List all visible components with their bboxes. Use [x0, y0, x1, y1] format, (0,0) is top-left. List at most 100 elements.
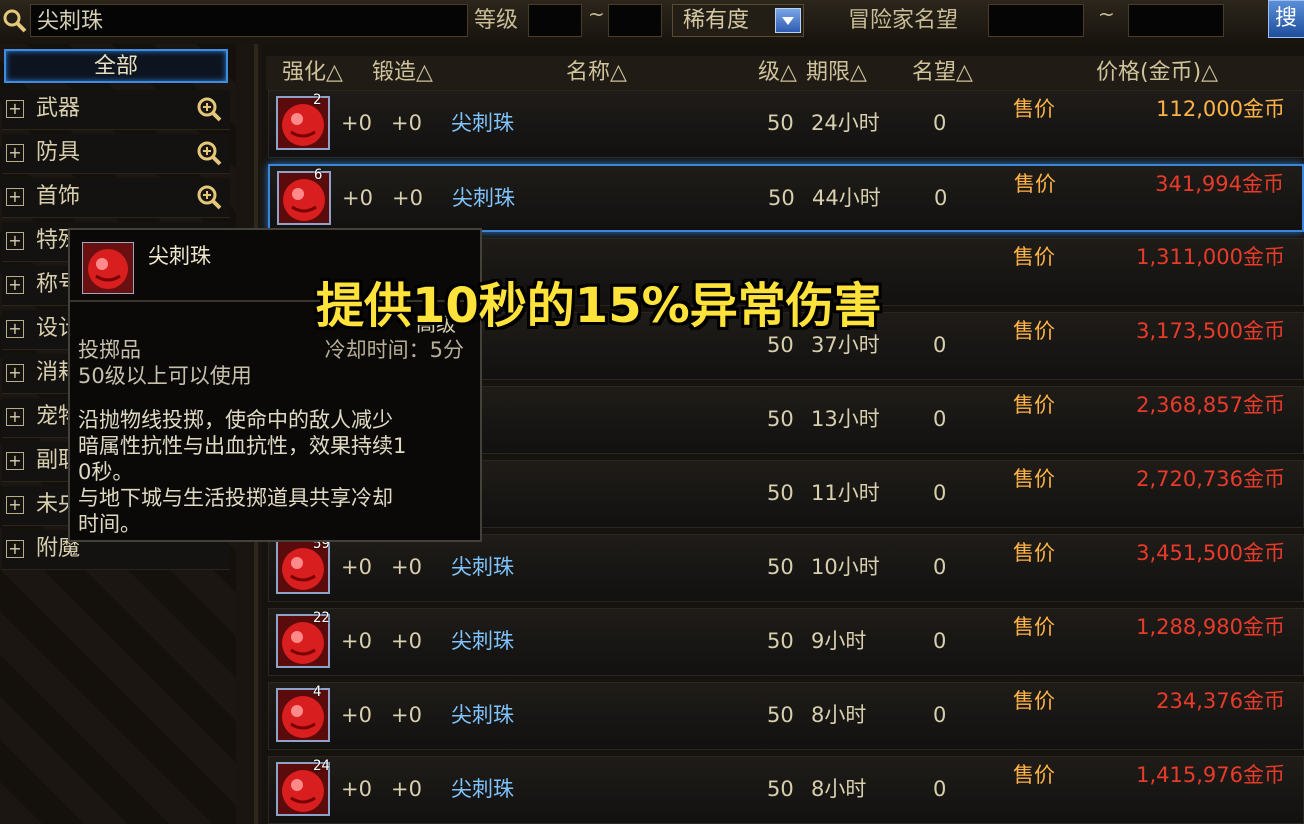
stack-count: 22: [313, 610, 330, 626]
header-price[interactable]: 价格(金币)△: [1096, 58, 1218, 88]
expand-icon[interactable]: +: [6, 320, 24, 338]
period-value: 8小时: [811, 703, 867, 727]
price-value: 2,720,736金币: [1136, 467, 1285, 491]
expand-icon[interactable]: +: [6, 276, 24, 294]
table-row[interactable]: 2 +0 +0 尖刺珠 50 24小时 0 售价 112,000金币: [268, 90, 1304, 158]
tooltip-desc-line: 时间。: [78, 512, 141, 536]
item-name[interactable]: 尖刺珠: [451, 109, 514, 137]
header-forge[interactable]: 锻造△: [372, 58, 433, 88]
category-label: 首饰: [36, 184, 81, 209]
stack-count: 4: [313, 684, 322, 700]
expand-icon[interactable]: +: [6, 452, 24, 470]
header-level[interactable]: 级△: [758, 58, 797, 88]
expand-icon[interactable]: +: [6, 100, 24, 118]
sell-label: 售价: [1013, 393, 1055, 417]
search-input[interactable]: 尖刺珠: [30, 4, 468, 37]
level-value: 50: [767, 407, 794, 431]
item-name[interactable]: 尖刺珠: [452, 184, 515, 212]
fame-min-input[interactable]: [988, 4, 1084, 37]
zoom-in-icon[interactable]: [196, 184, 222, 210]
expand-icon[interactable]: +: [6, 540, 24, 558]
expand-icon[interactable]: +: [6, 144, 24, 162]
spike-orb-icon: [276, 688, 330, 742]
sell-label: 售价: [1013, 467, 1055, 491]
item-name[interactable]: 尖刺珠: [451, 775, 514, 803]
expand-icon[interactable]: +: [6, 232, 24, 250]
table-header: 强化△ 锻造△ 名称△ 级△ 期限△ 名望△ 价格(金币)△: [266, 56, 1304, 90]
period-value: 9小时: [811, 629, 867, 653]
expand-icon[interactable]: +: [6, 188, 24, 206]
stack-count: 24: [313, 758, 330, 774]
enhance-value: +0: [341, 629, 372, 653]
price-value: 1,415,976金币: [1136, 763, 1285, 787]
fame-value: 0: [933, 407, 947, 431]
sell-label: 售价: [1013, 689, 1055, 713]
spike-orb-icon: [276, 96, 330, 150]
period-value: 10小时: [811, 555, 880, 579]
forge-value: +0: [391, 555, 422, 579]
price-value: 3,451,500金币: [1136, 541, 1285, 565]
chevron-down-icon[interactable]: [775, 8, 801, 33]
price-value: 112,000金币: [1156, 97, 1285, 121]
level-value: 50: [767, 481, 794, 505]
item-name[interactable]: 尖刺珠: [451, 701, 514, 729]
fame-range-tilde: ~: [1098, 2, 1115, 26]
category-all[interactable]: 全部: [4, 49, 228, 83]
item-name[interactable]: 尖刺珠: [451, 627, 514, 655]
price-value: 1,311,000金币: [1136, 245, 1285, 269]
period-value: 13小时: [811, 407, 880, 431]
fame-value: 0: [933, 703, 947, 727]
level-min-input[interactable]: [528, 4, 582, 37]
stack-count: 6: [314, 167, 323, 183]
forge-value: +0: [391, 629, 422, 653]
category-item[interactable]: + 首饰: [2, 178, 230, 218]
expand-icon[interactable]: +: [6, 364, 24, 382]
expand-icon[interactable]: +: [6, 408, 24, 426]
level-max-input[interactable]: [608, 4, 662, 37]
tooltip-level-requirement: 50级以上可以使用: [78, 364, 252, 388]
table-row[interactable]: 22 +0 +0 尖刺珠 50 9小时 0 售价 1,288,980金币: [268, 608, 1304, 676]
tooltip-title: 尖刺珠: [148, 244, 211, 268]
category-label: 武器: [36, 96, 81, 121]
zoom-in-icon[interactable]: [196, 140, 222, 166]
forge-value: +0: [392, 186, 423, 210]
table-row[interactable]: 6 +0 +0 尖刺珠 50 44小时 0 售价 341,994金币: [268, 164, 1304, 232]
spike-orb-icon: [277, 171, 331, 225]
search-bar: 尖刺珠 等级 ~ 稀有度 冒险家名望 ~ 搜: [0, 0, 1304, 44]
fame-value: 0: [933, 111, 947, 135]
sell-label: 售价: [1014, 172, 1056, 196]
enhance-value: +0: [342, 186, 373, 210]
table-row[interactable]: 59 +0 +0 尖刺珠 50 10小时 0 售价 3,451,500金币: [268, 534, 1304, 602]
period-value: 44小时: [812, 186, 881, 210]
item-name[interactable]: 尖刺珠: [451, 553, 514, 581]
search-button[interactable]: 搜: [1268, 0, 1304, 38]
price-value: 234,376金币: [1156, 689, 1285, 713]
fame-value: 0: [933, 333, 947, 357]
level-value: 50: [768, 186, 795, 210]
level-value: 50: [767, 111, 794, 135]
level-value: 50: [767, 777, 794, 801]
expand-icon[interactable]: +: [6, 496, 24, 514]
rarity-label: 稀有度: [683, 8, 750, 33]
rarity-select[interactable]: 稀有度: [672, 4, 804, 37]
sell-label: 售价: [1013, 763, 1055, 787]
category-item[interactable]: + 防具: [2, 134, 230, 174]
period-value: 8小时: [811, 777, 867, 801]
table-row[interactable]: 24 +0 +0 尖刺珠 50 8小时 0 售价 1,415,976金币: [268, 756, 1304, 824]
fame-max-input[interactable]: [1128, 4, 1224, 37]
enhance-value: +0: [341, 703, 372, 727]
tooltip-cooldown: 冷却时间：5分: [324, 338, 464, 362]
forge-value: +0: [391, 111, 422, 135]
fame-label: 冒险家名望: [848, 8, 959, 33]
period-value: 11小时: [811, 481, 880, 505]
header-enhance[interactable]: 强化△: [282, 58, 343, 88]
table-row[interactable]: 4 +0 +0 尖刺珠 50 8小时 0 售价 234,376金币: [268, 682, 1304, 750]
header-period[interactable]: 期限△: [806, 58, 867, 88]
forge-value: +0: [391, 777, 422, 801]
zoom-in-icon[interactable]: [196, 96, 222, 122]
stack-count: 2: [313, 92, 322, 108]
header-fame[interactable]: 名望△: [912, 58, 973, 88]
search-icon[interactable]: [2, 8, 28, 34]
category-item[interactable]: + 武器: [2, 90, 230, 130]
header-name[interactable]: 名称△: [566, 58, 627, 88]
